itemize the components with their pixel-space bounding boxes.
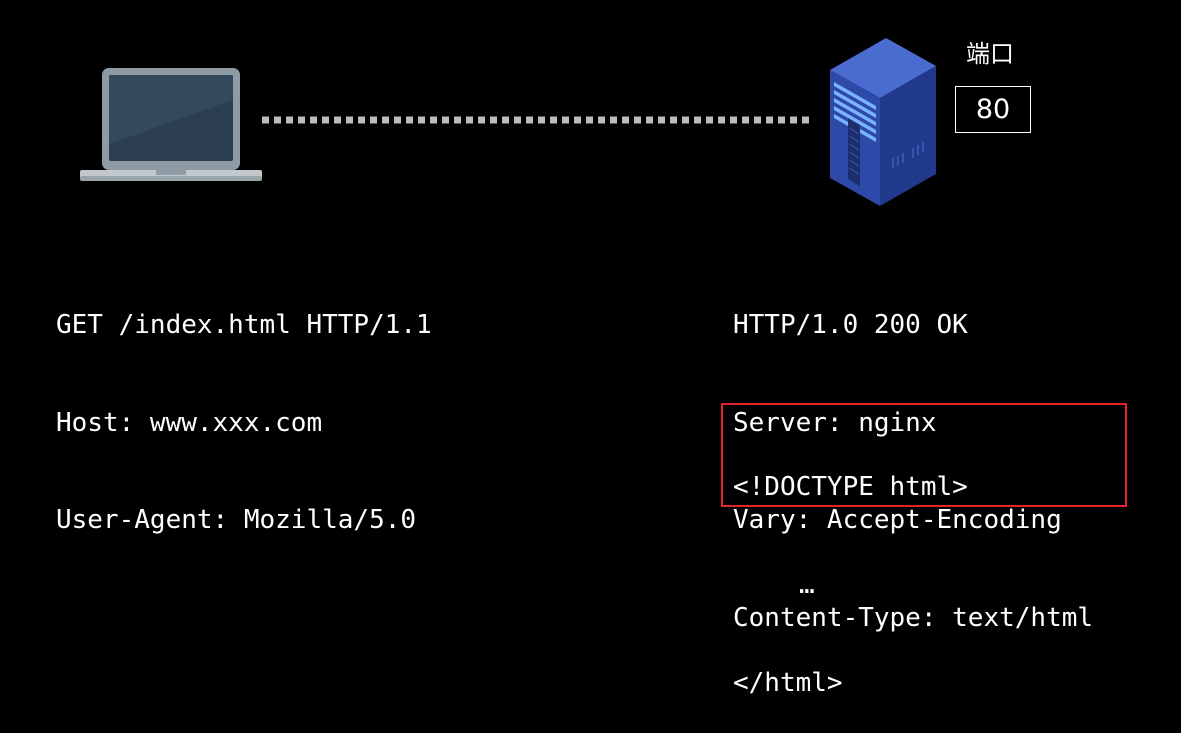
laptop-icon (80, 68, 262, 181)
request-user-agent-header: User-Agent: Mozilla/5.0 (56, 505, 417, 535)
response-status-line: HTTP/1.0 200 OK (733, 310, 968, 340)
port-label: 端口 (966, 40, 1014, 68)
port-value-box: 80 (955, 86, 1031, 133)
http-request: GET /index.html HTTP/1.1 Host: www.xxx.c… (56, 244, 432, 569)
port-value: 80 (975, 94, 1011, 125)
body-closing-html-line: </html> (733, 668, 843, 698)
request-line: GET /index.html HTTP/1.1 (56, 310, 432, 340)
request-host-header: Host: www.xxx.com (56, 407, 323, 438)
http-response-body: <!DOCTYPE html> … </html> (733, 406, 968, 733)
connection-line (262, 116, 814, 124)
server-icon (830, 38, 936, 206)
body-doctype-line: <!DOCTYPE html> (733, 472, 968, 502)
body-ellipsis: … (799, 570, 815, 600)
